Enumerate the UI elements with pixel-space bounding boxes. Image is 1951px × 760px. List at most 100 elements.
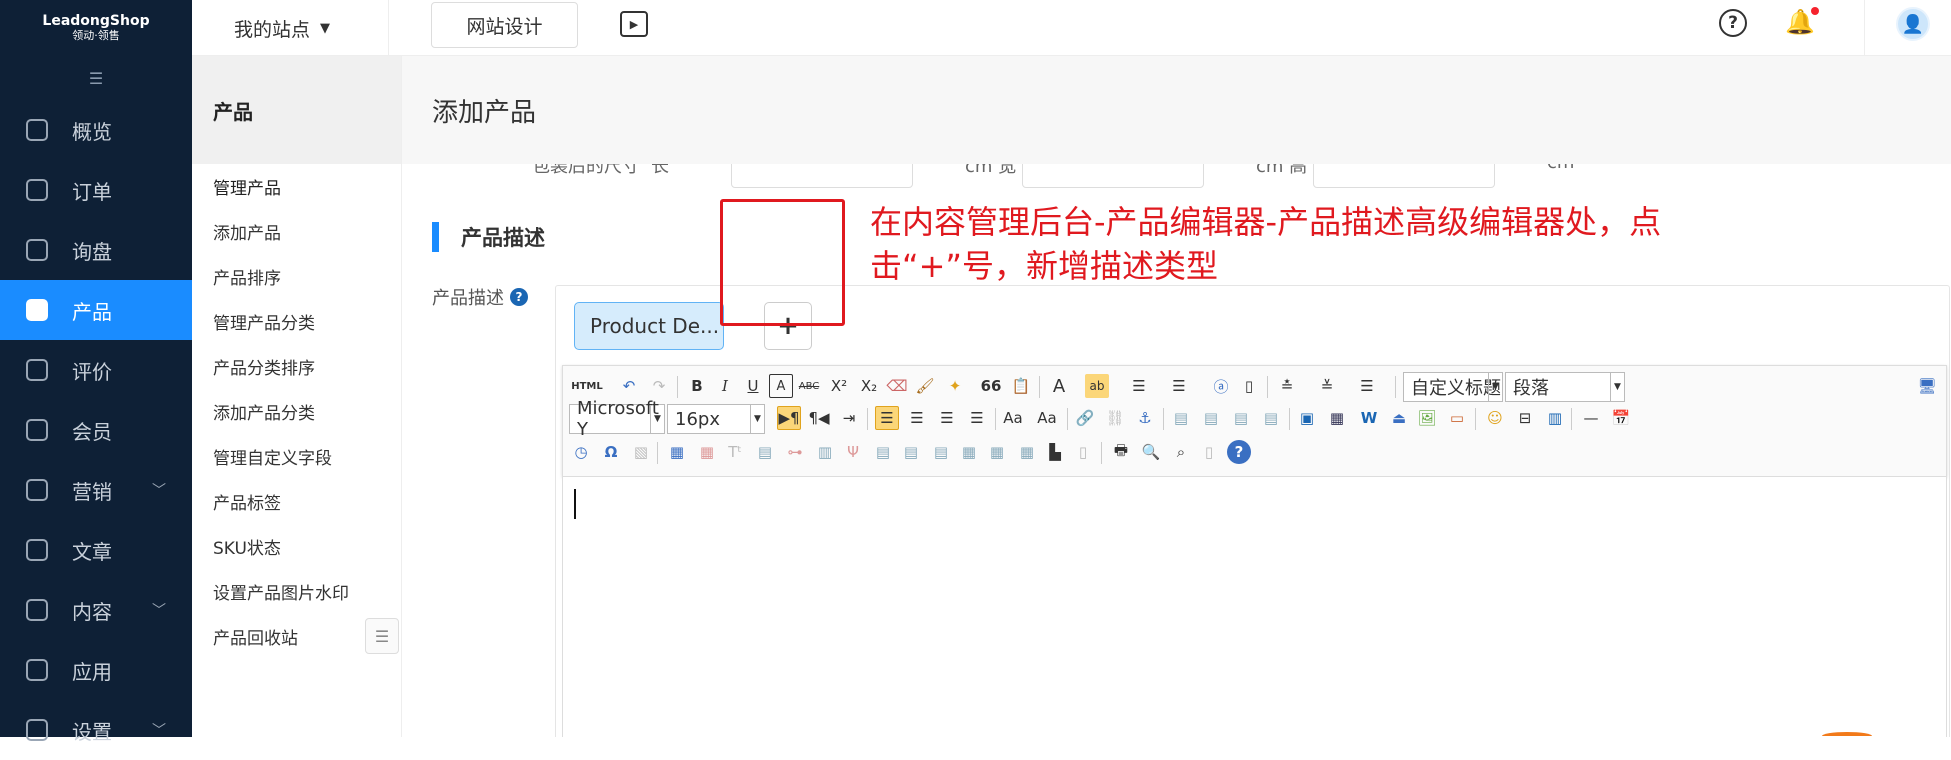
brand-logo[interactable]: LeadongShop 领动·领售 — [0, 0, 192, 56]
date-icon[interactable]: 📅 — [1609, 406, 1633, 430]
emoji-icon[interactable]: ☺ — [1483, 406, 1507, 430]
fullscreen-icon[interactable]: 🖥 — [1915, 374, 1939, 398]
ltr-direction-icon[interactable]: ▶¶ — [777, 406, 801, 430]
split-cells-icon[interactable]: ▦ — [957, 440, 981, 464]
insert-row-icon[interactable]: ▤ — [753, 440, 777, 464]
font-family-select[interactable]: Microsoft Y ▼ — [569, 398, 665, 440]
underline-button[interactable]: U — [741, 374, 765, 398]
delete-row-icon[interactable]: ⊶ — [783, 440, 807, 464]
template-icon[interactable]: ▥ — [1543, 406, 1567, 430]
row-spacing-bottom-icon[interactable]: ≚ — [1315, 374, 1339, 398]
sidebar-item-articles[interactable]: 文章 — [0, 520, 192, 580]
lowercase-icon[interactable]: Aa — [1035, 406, 1059, 430]
image-left-icon[interactable]: ▤ — [1199, 406, 1223, 430]
font-border-icon[interactable]: A — [769, 374, 793, 398]
html-source-button[interactable]: HTML — [571, 374, 603, 398]
subnav-item-add-product[interactable]: 添加产品 — [192, 209, 401, 254]
anchor-text-icon[interactable]: ⓐ — [1209, 374, 1233, 398]
subscript-icon[interactable]: X₂ — [857, 374, 881, 398]
subnav-item-category-sort[interactable]: 产品分类排序 — [192, 344, 401, 389]
horizontal-line-icon[interactable]: — — [1579, 406, 1603, 430]
uppercase-icon[interactable]: Aa — [1001, 406, 1025, 430]
insert-table-icon[interactable]: ▦ — [665, 440, 689, 464]
highlight-color-icon[interactable]: ab — [1085, 374, 1109, 398]
bold-button[interactable]: B — [685, 374, 709, 398]
subnav-item-product-tags[interactable]: 产品标签 — [192, 479, 401, 524]
insert-music-icon[interactable]: ▦ — [1325, 406, 1349, 430]
help-icon[interactable]: ? — [1719, 9, 1747, 37]
magic-wand-icon[interactable]: ✦ — [943, 374, 967, 398]
delete-col-icon[interactable]: Ψ — [841, 440, 865, 464]
font-size-select[interactable]: 16px ▼ — [667, 404, 765, 434]
sidebar-item-inquiry[interactable]: 询盘 — [0, 220, 192, 280]
paragraph-select[interactable]: 段落 ▼ — [1505, 372, 1625, 402]
align-left-icon[interactable]: ☰ — [875, 406, 899, 430]
merge-right-icon[interactable]: ▤ — [899, 440, 923, 464]
editor-content-area[interactable] — [562, 477, 1947, 737]
print-icon[interactable]: 🖶 — [1109, 440, 1133, 464]
blockquote-button[interactable]: 66 — [979, 374, 1003, 398]
paste-plain-icon[interactable]: 📋 — [1009, 374, 1033, 398]
italic-button[interactable]: I — [713, 374, 737, 398]
split-rows-icon[interactable]: ▦ — [985, 440, 1009, 464]
align-justify-icon[interactable]: ☰ — [965, 406, 989, 430]
sidebar-item-orders[interactable]: 订单 — [0, 160, 192, 220]
subnav-item-watermark[interactable]: 设置产品图片水印 — [192, 569, 401, 614]
sidebar-item-reviews[interactable]: 评价 — [0, 340, 192, 400]
sidebar-item-marketing[interactable]: 营销 ﹀ — [0, 460, 192, 520]
page-break-icon[interactable]: ▙ — [1043, 440, 1067, 464]
sidebar-item-members[interactable]: 会员 — [0, 400, 192, 460]
upload-icon[interactable]: ⏏ — [1387, 406, 1411, 430]
insert-caption-icon[interactable]: Tᵗ — [723, 440, 747, 464]
collapse-icon[interactable]: ☰ — [0, 56, 192, 100]
background-icon[interactable]: ▯ — [1071, 440, 1095, 464]
image-gallery-icon[interactable]: ▭ — [1445, 406, 1469, 430]
split-cols-icon[interactable]: ▦ — [1015, 440, 1039, 464]
insert-video-icon[interactable]: ▣ — [1295, 406, 1319, 430]
insert-frame-icon[interactable]: ⊟ — [1513, 406, 1537, 430]
sidebar-item-apps[interactable]: 应用 — [0, 640, 192, 700]
font-color-icon[interactable]: A — [1047, 374, 1071, 398]
website-design-button[interactable]: 网站设计 — [431, 2, 578, 48]
special-chars-button[interactable]: Ω — [599, 440, 623, 464]
eraser-icon[interactable]: ⌫ — [885, 374, 909, 398]
sidebar-item-settings[interactable]: 设置 ﹀ — [0, 700, 192, 760]
strikethrough-button[interactable]: ABC — [797, 374, 821, 398]
align-center-icon[interactable]: ☰ — [905, 406, 929, 430]
subnav-item-manage-categories[interactable]: 管理产品分类 — [192, 299, 401, 344]
align-right-icon[interactable]: ☰ — [935, 406, 959, 430]
rtl-direction-icon[interactable]: ¶◀ — [807, 406, 831, 430]
subnav-item-manage-products[interactable]: 管理产品 — [192, 164, 401, 209]
row-spacing-top-icon[interactable]: ≛ — [1275, 374, 1299, 398]
line-height-icon[interactable]: ☰ — [1355, 374, 1379, 398]
subnav-item-add-category[interactable]: 添加产品分类 — [192, 389, 401, 434]
redo-icon[interactable]: ↷ — [647, 374, 671, 398]
drafts-icon[interactable]: ▯ — [1197, 440, 1221, 464]
width-input[interactable] — [1022, 164, 1204, 188]
word-import-icon[interactable]: W — [1357, 406, 1381, 430]
ordered-list-icon[interactable]: ☰ — [1127, 374, 1151, 398]
image-center-icon[interactable]: ▤ — [1259, 406, 1283, 430]
sidebar-item-overview[interactable]: 概览 — [0, 100, 192, 160]
heading-select[interactable]: 自定义标题 ▼ — [1403, 372, 1503, 402]
page-icon[interactable]: ▯ — [1237, 374, 1261, 398]
unlink-icon[interactable]: ⛓ — [1103, 406, 1127, 430]
image-none-icon[interactable]: ▤ — [1169, 406, 1193, 430]
site-selector[interactable]: 我的站点 ▼ — [234, 0, 330, 56]
merge-down-icon[interactable]: ▤ — [929, 440, 953, 464]
superscript-icon[interactable]: X² — [827, 374, 851, 398]
subnav-item-sku-status[interactable]: SKU状态 — [192, 524, 401, 569]
format-painter-icon[interactable]: 🖌 — [913, 374, 937, 398]
length-input[interactable] — [731, 164, 913, 188]
unordered-list-icon[interactable]: ☰ — [1167, 374, 1191, 398]
subnav-item-product-sort[interactable]: 产品排序 — [192, 254, 401, 299]
sidebar-item-content[interactable]: 内容 ﹀ — [0, 580, 192, 640]
question-icon[interactable]: ? — [510, 288, 528, 306]
height-input[interactable] — [1313, 164, 1495, 188]
search-replace-icon[interactable]: ▧ — [629, 440, 653, 464]
time-icon[interactable]: ◷ — [569, 440, 593, 464]
indent-icon[interactable]: ⇥ — [837, 406, 861, 430]
merge-cells-icon[interactable]: ▤ — [871, 440, 895, 464]
search-icon[interactable]: ⌕ — [1169, 440, 1193, 464]
insert-col-icon[interactable]: ▥ — [813, 440, 837, 464]
